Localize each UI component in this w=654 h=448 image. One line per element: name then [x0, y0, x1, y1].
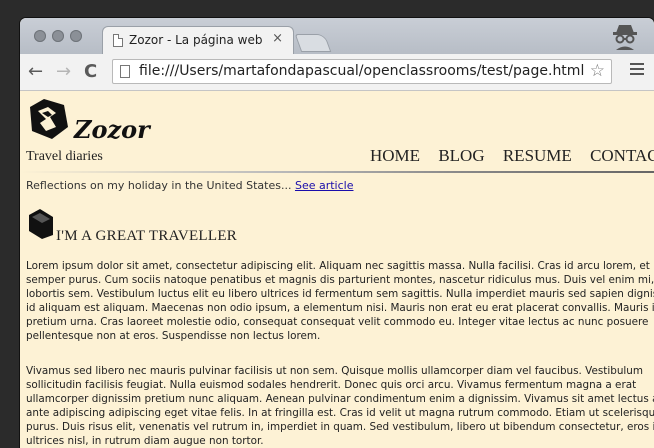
menu-icon[interactable]: [630, 63, 644, 78]
bookmark-star-icon[interactable]: ☆: [590, 61, 605, 81]
site-nav: HOME BLOG RESUME CONTACT: [370, 146, 654, 166]
address-bar[interactable]: file:///Users/martafondapascual/openclas…: [112, 59, 612, 84]
zozor-logo-icon: [30, 99, 68, 139]
nav-item-home[interactable]: HOME: [370, 146, 420, 165]
reflection-text: Reflections on my holiday in the United …: [26, 179, 295, 192]
nav-item-contact[interactable]: CONTACT: [590, 146, 654, 165]
site-tagline: Travel diaries: [26, 149, 103, 164]
reflection-banner: Reflections on my holiday in the United …: [26, 179, 354, 192]
tab-close-icon[interactable]: ×: [272, 31, 283, 46]
tab-title: Zozor - La página web: [129, 33, 263, 47]
minimize-window-button[interactable]: [52, 30, 64, 42]
file-icon: [120, 65, 130, 78]
article-paragraph: Lorem ipsum dolor sit amet, consectetur …: [26, 260, 654, 342]
suitcase-icon: [29, 209, 53, 239]
new-tab-button[interactable]: [294, 34, 332, 52]
tab-active[interactable]: Zozor - La página web ×: [102, 26, 294, 55]
nav-item-blog[interactable]: BLOG: [438, 146, 484, 165]
page-icon: [113, 34, 123, 47]
address-bar-url[interactable]: file:///Users/martafondapascual/openclas…: [139, 63, 584, 79]
article-paragraph: Vivamus sed libero nec mauris pulvinar f…: [26, 365, 654, 447]
web-page: Zozor Travel diaries HOME BLOG RESUME CO…: [20, 91, 654, 448]
header-divider: [20, 171, 654, 173]
browser-toolbar: ← → C file:///Users/martafondapascual/op…: [20, 54, 654, 91]
back-arrow-icon[interactable]: ←: [28, 61, 43, 82]
reload-icon[interactable]: C: [84, 61, 97, 82]
browser-window: Zozor - La página web × ← → C file:///Us…: [20, 18, 654, 448]
see-article-link[interactable]: See article: [295, 179, 354, 192]
zoom-window-button[interactable]: [70, 30, 82, 42]
article-title: I'M A GREAT TRAVELLER: [56, 228, 238, 244]
tab-strip: Zozor - La página web ×: [20, 18, 654, 55]
forward-arrow-icon[interactable]: →: [56, 61, 71, 82]
site-logo-text: Zozor: [74, 115, 150, 144]
incognito-icon: [613, 25, 637, 50]
close-window-button[interactable]: [34, 30, 46, 42]
nav-item-resume[interactable]: RESUME: [503, 146, 572, 165]
